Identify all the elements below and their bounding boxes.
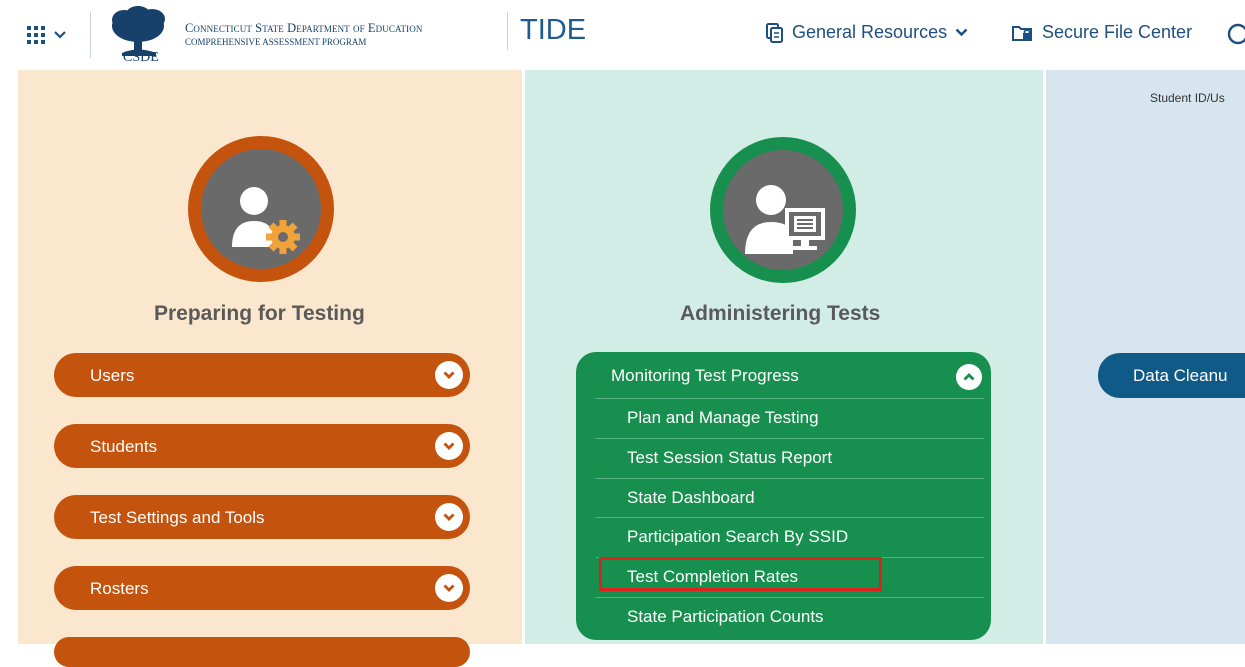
grid-icon <box>27 26 45 44</box>
rosters-accordion[interactable]: Rosters <box>54 566 470 610</box>
administering-title: Administering Tests <box>680 302 881 325</box>
participation-search-by-ssid-link[interactable]: Participation Search By SSID <box>596 517 984 558</box>
state-participation-counts-link[interactable]: State Participation Counts <box>596 597 984 638</box>
svg-text:CSDE: CSDE <box>123 50 159 62</box>
link-label: Participation Search By SSID <box>627 527 849 546</box>
locked-folder-icon <box>1012 25 1032 41</box>
general-resources-menu[interactable]: General Resources <box>766 22 968 43</box>
secure-file-center-label: Secure File Center <box>1042 22 1193 42</box>
user-monitor-icon <box>745 185 825 254</box>
chevron-down-icon <box>435 574 463 602</box>
preparing-badge <box>188 136 334 282</box>
administering-badge <box>710 137 856 283</box>
chevron-down-icon <box>435 361 463 389</box>
monitoring-test-progress-accordion: Monitoring Test Progress Plan and Manage… <box>576 352 991 640</box>
accordion-label: Monitoring Test Progress <box>611 366 799 385</box>
app-switcher-button[interactable] <box>26 24 76 46</box>
link-label: Plan and Manage Testing <box>627 408 819 427</box>
link-label: State Dashboard <box>627 488 755 507</box>
general-resources-label: General Resources <box>792 22 948 42</box>
chevron-down-icon <box>54 31 66 39</box>
chevron-down-icon <box>955 28 968 37</box>
chevron-down-icon <box>435 432 463 460</box>
org-name-line1: Connecticut State Department of Educatio… <box>185 21 423 35</box>
state-dashboard-link[interactable]: State Dashboard <box>596 478 984 519</box>
monitoring-test-progress-header[interactable]: Monitoring Test Progress <box>576 352 991 398</box>
app-title: TIDE <box>520 14 587 46</box>
document-copy-icon <box>766 22 783 43</box>
header: CSDE Connecticut State Department of Edu… <box>0 0 1245 70</box>
link-label: State Participation Counts <box>627 607 824 626</box>
preparing-title: Preparing for Testing <box>154 302 365 325</box>
user-gear-icon <box>232 187 300 254</box>
secure-file-center-link[interactable]: Secure File Center <box>1012 22 1192 43</box>
student-id-label: Student ID/Us <box>1150 91 1225 105</box>
accordion-label: Users <box>90 366 135 385</box>
test-session-status-report-link[interactable]: Test Session Status Report <box>596 438 984 479</box>
accordion-label: Rosters <box>90 579 149 598</box>
organization-name: Connecticut State Department of Educatio… <box>185 21 422 47</box>
data-cleanup-label: Data Cleanu <box>1133 366 1228 385</box>
chevron-up-icon <box>956 364 982 390</box>
chevron-down-icon <box>435 503 463 531</box>
test-settings-accordion[interactable]: Test Settings and Tools <box>54 495 470 539</box>
link-label: Test Completion Rates <box>627 567 799 586</box>
help-menu-icon[interactable] <box>1226 22 1245 46</box>
users-accordion[interactable]: Users <box>54 353 470 397</box>
data-cleanup-button[interactable]: Data Cleanu <box>1098 353 1245 398</box>
plan-and-manage-testing-link[interactable]: Plan and Manage Testing <box>596 398 984 439</box>
csde-logo: CSDE <box>104 6 174 65</box>
accordion-label: Test Settings and Tools <box>90 508 265 527</box>
test-completion-rates-link[interactable]: Test Completion Rates <box>596 557 984 598</box>
link-label: Test Session Status Report <box>627 448 833 467</box>
header-divider <box>507 12 508 50</box>
header-divider <box>90 12 91 58</box>
students-accordion[interactable]: Students <box>54 424 470 468</box>
next-accordion-partial[interactable] <box>54 637 470 667</box>
accordion-label: Students <box>90 437 158 456</box>
org-name-line2: COMPREHENSIVE ASSESSMENT PROGRAM <box>185 37 367 47</box>
